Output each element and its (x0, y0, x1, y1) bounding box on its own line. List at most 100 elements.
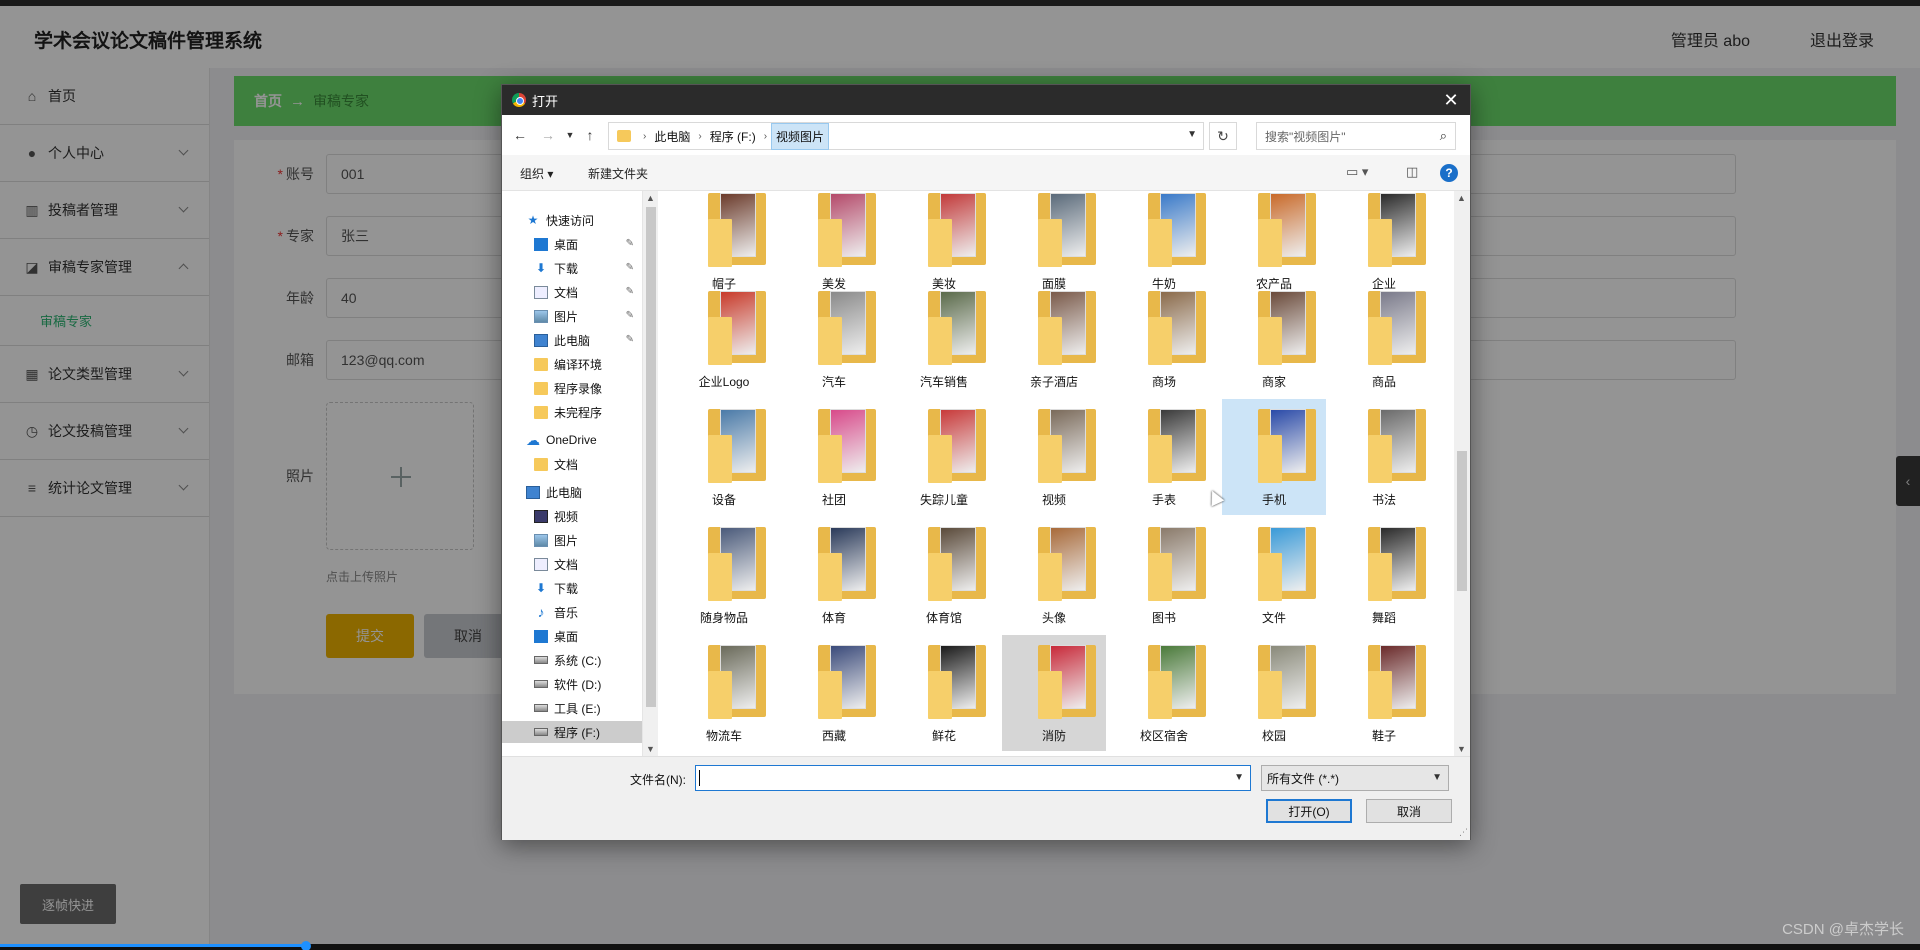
open-button[interactable]: 打开(O) (1266, 799, 1352, 823)
nav-tree-item[interactable]: ⬇ 下载 ✎ (502, 257, 642, 279)
nav-tree-label: OneDrive (546, 433, 597, 447)
scroll-down-icon[interactable]: ▼ (646, 744, 655, 754)
refresh-icon[interactable]: ↻ (1209, 122, 1237, 150)
folder-item[interactable]: 商品 (1332, 281, 1436, 397)
folder-item[interactable]: 书法 (1332, 399, 1436, 515)
new-folder-button[interactable]: 新建文件夹 (588, 165, 648, 182)
nav-tree-item[interactable]: 未完程序 (502, 401, 642, 423)
folder-item[interactable]: 汽车 (782, 281, 886, 397)
nav-tree-item[interactable]: 文档 (502, 453, 642, 475)
desktop-icon (534, 237, 548, 251)
organize-menu[interactable]: 组织 ▾ (520, 165, 553, 182)
nav-tree-item[interactable]: 桌面 ✎ (502, 233, 642, 255)
folder-item[interactable]: 汽车销售 (892, 281, 996, 397)
scroll-thumb[interactable] (646, 207, 656, 707)
nav-tree-item[interactable]: ☁ OneDrive (502, 429, 642, 451)
folder-item[interactable]: 西藏 (782, 635, 886, 751)
chevron-down-icon[interactable]: ▼ (1234, 772, 1244, 783)
navigation-scrollbar[interactable]: ▲ ▼ (642, 191, 658, 756)
folder-name: 手表 (1151, 493, 1176, 507)
folder-item[interactable]: 随身物品 (672, 517, 776, 633)
view-options-icon[interactable]: ▭ ▾ (1346, 164, 1368, 180)
up-icon[interactable]: ↑ (580, 125, 600, 145)
folder-front (928, 435, 952, 483)
filetype-select[interactable]: 所有文件 (*.*) ▼ (1261, 765, 1449, 791)
folder-item[interactable]: 视频 (1002, 399, 1106, 515)
dialog-cancel-button[interactable]: 取消 (1366, 799, 1452, 823)
nav-tree-item[interactable]: ♪ 音乐 (502, 601, 642, 623)
folder-item[interactable]: 消防 (1002, 635, 1106, 751)
nav-tree-item[interactable]: 程序 (F:) (502, 721, 642, 743)
folder-name: 商场 (1151, 375, 1176, 389)
folder-item[interactable]: 失踪儿童 (892, 399, 996, 515)
folder-item[interactable]: 企业Logo (672, 281, 776, 397)
nav-tree-label: 系统 (C:) (554, 653, 602, 668)
folder-item[interactable]: 社团 (782, 399, 886, 515)
path-segment[interactable]: 程序 (F:) (706, 128, 760, 145)
back-icon[interactable]: ← (510, 125, 530, 145)
nav-tree-item[interactable]: 软件 (D:) (502, 673, 642, 695)
nav-tree-item[interactable]: 文档 (502, 553, 642, 575)
nav-tree-label: 文档 (554, 285, 579, 300)
folder-item[interactable]: 商家 (1222, 281, 1326, 397)
forward-icon[interactable]: → (538, 125, 558, 145)
nav-tree-item[interactable]: 图片 (502, 529, 642, 551)
chevron-right-icon: › (763, 130, 768, 142)
folder-item[interactable]: 手机 (1222, 399, 1326, 515)
folder-item[interactable]: 设备 (672, 399, 776, 515)
folder-item[interactable]: 鲜花 (892, 635, 996, 751)
scroll-thumb[interactable] (1457, 451, 1467, 591)
folder-item[interactable]: 体育 (782, 517, 886, 633)
help-icon[interactable]: ? (1440, 164, 1458, 182)
nav-tree-item[interactable]: 系统 (C:) (502, 649, 642, 671)
folder-front (1148, 435, 1172, 483)
nav-tree-item[interactable]: 图片 ✎ (502, 305, 642, 327)
address-bar[interactable]: › 此电脑 › 程序 (F:) › 视频图片 ▼ (608, 122, 1204, 150)
folder-item[interactable]: 体育馆 (892, 517, 996, 633)
chevron-down-icon[interactable]: ▼ (1187, 129, 1197, 140)
nav-tree-label: 文档 (554, 457, 579, 472)
filename-input[interactable]: ▼ (695, 765, 1251, 791)
folder-item[interactable]: 校区宿舍 (1112, 635, 1216, 751)
download-icon: ⬇ (535, 581, 547, 595)
path-segment-current[interactable]: 视频图片 (771, 122, 830, 150)
path-segment[interactable]: 此电脑 (650, 128, 694, 145)
folder-item[interactable]: 图书 (1112, 517, 1216, 633)
pin-icon: ✎ (625, 310, 634, 321)
video-progress-bar[interactable] (0, 944, 306, 947)
nav-tree-item[interactable]: 视频 (502, 505, 642, 527)
folder-front (1258, 317, 1282, 365)
scroll-up-icon[interactable]: ▲ (1457, 193, 1466, 203)
folder-item[interactable]: 舞蹈 (1332, 517, 1436, 633)
folder-item[interactable]: 物流车 (672, 635, 776, 751)
nav-tree-item[interactable]: 此电脑 ✎ (502, 329, 642, 351)
file-scrollbar[interactable]: ▲ ▼ (1454, 191, 1470, 756)
video-progress-handle[interactable] (301, 941, 311, 950)
nav-tree-item[interactable]: 文档 ✎ (502, 281, 642, 303)
folder-name: 文件 (1261, 611, 1286, 625)
close-icon[interactable]: ✕ (1440, 89, 1462, 111)
nav-tree-item[interactable]: 工具 (E:) (502, 697, 642, 719)
recent-locations-icon[interactable]: ▼ (560, 125, 580, 145)
nav-tree-item[interactable]: 此电脑 (502, 481, 642, 503)
resize-grip-icon[interactable]: ⋰ (1459, 827, 1468, 838)
nav-tree-item[interactable]: ★ 快速访问 (502, 209, 642, 231)
folder-item[interactable]: 头像 (1002, 517, 1106, 633)
folder-name: 图书 (1151, 611, 1176, 625)
folder-item[interactable]: 文件 (1222, 517, 1326, 633)
preview-pane-icon[interactable]: ◫ (1406, 164, 1418, 180)
scroll-up-icon[interactable]: ▲ (646, 193, 655, 203)
nav-tree-item[interactable]: 桌面 (502, 625, 642, 647)
scroll-down-icon[interactable]: ▼ (1457, 744, 1466, 754)
folder-item[interactable]: 鞋子 (1332, 635, 1436, 751)
chevron-right-icon: › (643, 130, 647, 142)
folder-item[interactable]: 手表 (1112, 399, 1216, 515)
folder-item[interactable]: 商场 (1112, 281, 1216, 397)
nav-tree-item[interactable]: 程序录像 (502, 377, 642, 399)
nav-tree-item[interactable]: ⬇ 下载 (502, 577, 642, 599)
nav-tree-item[interactable]: 编译环境 (502, 353, 642, 375)
search-input[interactable]: 搜索"视频图片" ⌕ (1256, 122, 1456, 150)
folder-item[interactable]: 校园 (1222, 635, 1326, 751)
folder-item[interactable]: 亲子酒店 (1002, 281, 1106, 397)
organize-label: 组织 (520, 167, 545, 181)
